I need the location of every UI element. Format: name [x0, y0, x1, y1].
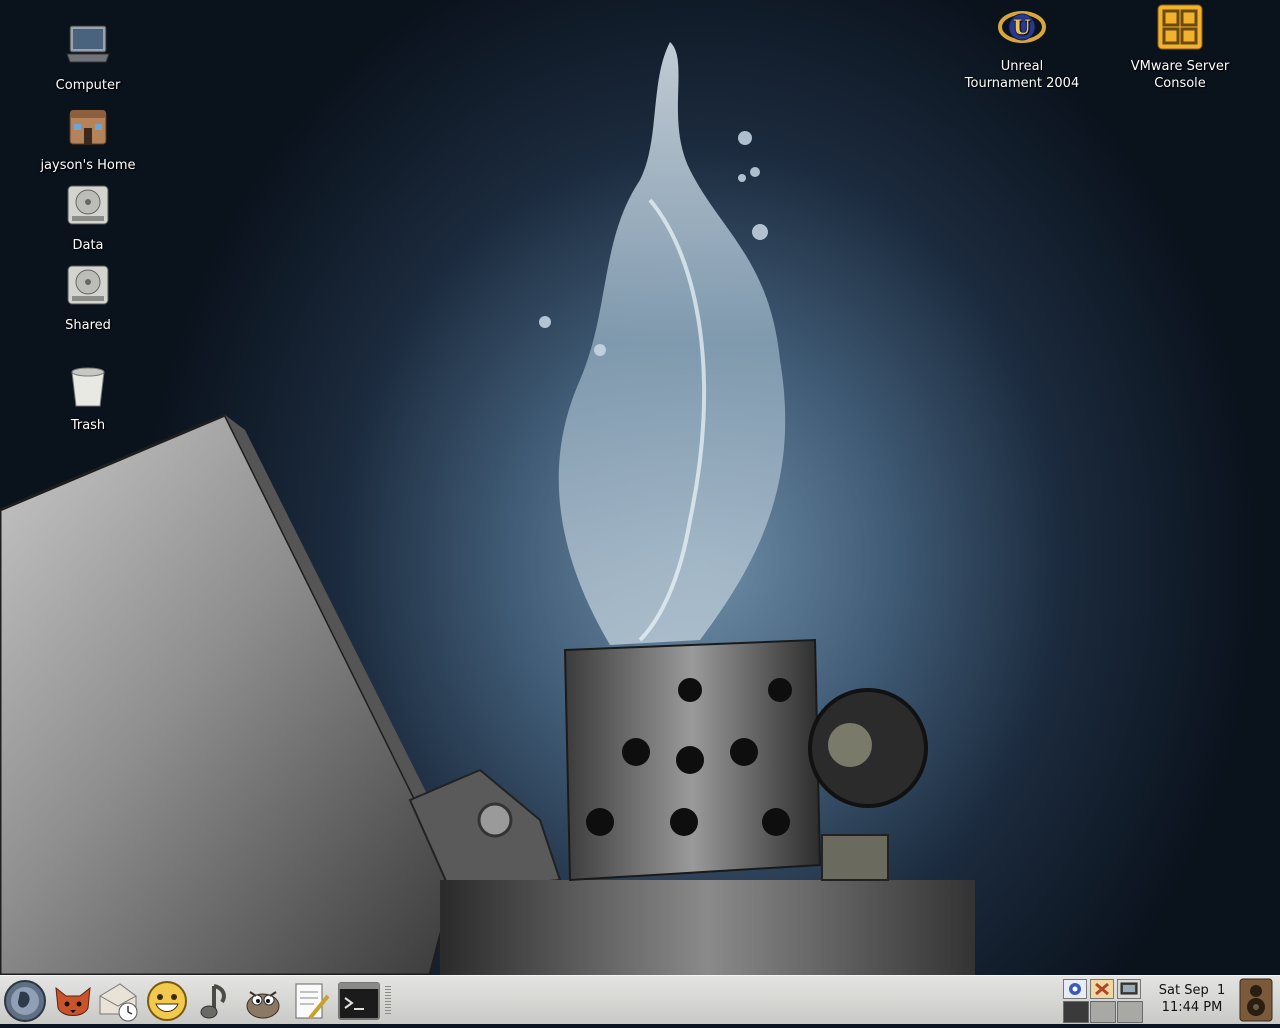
show-desktop-button[interactable]: [1234, 977, 1280, 1023]
tray-display-applet[interactable]: [1117, 979, 1141, 999]
gimp-icon: [246, 991, 280, 1019]
desktop-icon-home[interactable]: jayson's Home: [28, 102, 148, 174]
computer-icon: [66, 25, 110, 63]
firefox-launcher[interactable]: [50, 978, 96, 1024]
gaim-launcher[interactable]: [144, 978, 190, 1024]
gimp-launcher[interactable]: [240, 978, 286, 1024]
workspace-2[interactable]: [1090, 1001, 1116, 1023]
terminal-icon: [338, 982, 380, 1020]
desktop-icon-label: Trash: [70, 418, 106, 433]
workspace-1[interactable]: [1063, 1001, 1089, 1023]
desktop-icon-label: jayson's Home: [40, 158, 136, 173]
evolution-mail-icon: [99, 983, 138, 1022]
gaim-icon: [147, 981, 187, 1021]
desktop-icon-vmware[interactable]: VMware Server Console: [1120, 3, 1240, 92]
desktop-icon-trash[interactable]: Trash: [28, 362, 148, 434]
desktop-icon-label: Data: [72, 238, 104, 253]
tray-update-applet[interactable]: [1090, 979, 1114, 999]
music-player-icon: [200, 984, 226, 1019]
terminal-launcher[interactable]: [336, 978, 382, 1024]
music-player-launcher[interactable]: [192, 978, 238, 1024]
desktop-wallpaper: [0, 0, 1280, 975]
hard-drive-icon: [67, 185, 109, 225]
speaker-icon: [1239, 978, 1273, 1022]
text-editor-launcher[interactable]: [288, 978, 334, 1024]
firefox-icon: [55, 986, 91, 1016]
monitor-icon: [1120, 982, 1138, 995]
desktop-icon-label: Computer: [55, 78, 121, 93]
desktop-icon-unreal-tournament[interactable]: U Unreal Tournament 2004: [962, 3, 1082, 92]
tray-network-applet[interactable]: [1063, 979, 1087, 999]
desktop-icon-computer[interactable]: Computer: [28, 22, 148, 94]
wallpaper-lighter-image: [0, 42, 975, 975]
main-menu-button[interactable]: [2, 978, 48, 1024]
text-editor-icon: [295, 983, 330, 1020]
clock-date: Sat Sep 1: [1158, 983, 1226, 998]
desktop-icon-label: Shared: [65, 318, 111, 333]
desktop-icon-label: Unreal Tournament 2004: [964, 59, 1080, 91]
unreal-tournament-icon: U: [998, 11, 1046, 43]
update-notifier-icon: [1095, 982, 1109, 996]
workspace-3[interactable]: [1117, 1001, 1143, 1023]
bottom-panel: Sat Sep 1 11:44 PM: [0, 975, 1280, 1024]
network-status-icon: [1069, 983, 1081, 995]
desktop-icon-data[interactable]: Data: [28, 182, 148, 254]
panel-clock[interactable]: Sat Sep 1 11:44 PM: [1150, 982, 1234, 1016]
desktop-icon-label: VMware Server Console: [1130, 59, 1230, 91]
gnome-menu-foot-icon: [4, 980, 46, 1022]
clock-time: 11:44 PM: [1161, 1000, 1223, 1015]
panel-drag-handle[interactable]: [385, 986, 391, 1014]
mail-launcher[interactable]: [96, 978, 142, 1024]
hard-drive-icon: [67, 265, 109, 305]
vmware-icon: [1157, 4, 1203, 50]
trash-icon: [71, 367, 105, 407]
desktop-icon-shared[interactable]: Shared: [28, 262, 148, 334]
svg-text:U: U: [1013, 15, 1030, 39]
home-folder-icon: [69, 110, 107, 145]
